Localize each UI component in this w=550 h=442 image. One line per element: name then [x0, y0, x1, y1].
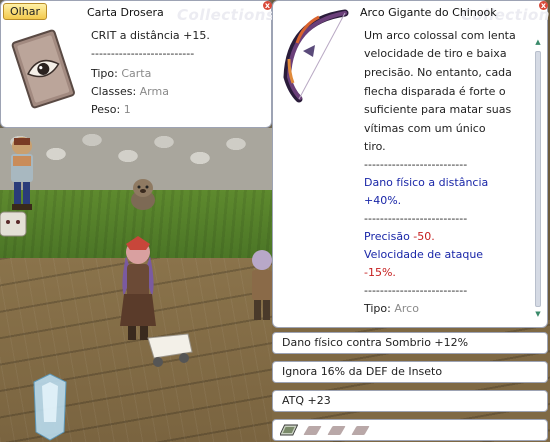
- card-window-title: Carta Drosera: [87, 6, 164, 19]
- property-shadow-damage: Dano físico contra Sombrio +12%: [272, 332, 548, 354]
- bow-divider-1: --------------------------: [364, 158, 468, 171]
- bow-desc-line-4: flecha disparada é forte o: [364, 85, 506, 98]
- card-window-watermark: Collections: [177, 6, 276, 24]
- ice-crystal-sprite[interactable]: [28, 372, 72, 442]
- bow-type-value: Arco: [394, 302, 419, 315]
- card-info-window: Collections Olhar x Carta Drosera CRIT a…: [0, 0, 276, 128]
- card-type-label: Tipo:: [91, 67, 118, 80]
- card-slot-icon: [280, 424, 298, 436]
- bow-type-label: Tipo:: [364, 302, 391, 315]
- card-slot-3[interactable]: [351, 426, 370, 435]
- precision-label: Precisão: [364, 230, 414, 243]
- attack-speed-label: Velocidade de ataque: [364, 248, 484, 261]
- bow-divider-2: --------------------------: [364, 212, 468, 225]
- npc-right-sprite[interactable]: [246, 246, 272, 324]
- game-scene: Collections Olhar x Carta Drosera CRIT a…: [0, 0, 550, 442]
- storage-cart-sprite[interactable]: [144, 330, 196, 370]
- property-ignore-def: Ignora 16% da DEF de Inseto: [272, 361, 548, 383]
- card-weight-label: Peso:: [91, 103, 121, 116]
- bow-type-row: Tipo: Arco: [364, 301, 419, 316]
- card-window-close-button[interactable]: x: [263, 1, 272, 10]
- card-slots-box: [272, 419, 548, 441]
- card-class-label: Classes:: [91, 85, 137, 98]
- bow-window-scrollbar[interactable]: ▲ ▼: [533, 37, 543, 321]
- npc-partial-sprite[interactable]: [0, 206, 34, 246]
- precision-row: Precisão -50.: [364, 229, 435, 244]
- bow-info-window: Collections x Arco Gigante do Chinook Um…: [272, 0, 550, 328]
- attack-speed-value: -15%.: [364, 266, 396, 279]
- bow-image-box: [279, 7, 355, 111]
- card-class-value: Arma: [139, 85, 169, 98]
- bow-desc-line-1: Um arco colossal com lenta: [364, 29, 516, 42]
- bow-desc-line-2: velocidade de tiro e baixa: [364, 47, 507, 60]
- scroll-thumb[interactable]: [535, 51, 541, 307]
- bow-desc-line-3: precisão. No entanto, cada: [364, 66, 512, 79]
- property-atk: ATQ +23: [272, 390, 548, 412]
- look-button[interactable]: Olhar: [3, 3, 47, 20]
- pet-dog-sprite[interactable]: [126, 176, 160, 212]
- drosera-card-icon: [11, 29, 75, 109]
- card-divider: --------------------------: [91, 47, 195, 60]
- bow-window-close-button[interactable]: x: [539, 1, 548, 10]
- card-weight-value: 1: [123, 103, 131, 116]
- card-weight-row: Peso: 1: [91, 102, 131, 117]
- card-class-row: Classes: Arma: [91, 84, 169, 99]
- precision-value: -50.: [413, 230, 435, 243]
- card-type-row: Tipo: Carta: [91, 66, 151, 81]
- scroll-up-arrow-icon[interactable]: ▲: [534, 39, 542, 46]
- giant-bow-icon: [283, 9, 349, 103]
- card-slot-1[interactable]: [303, 426, 322, 435]
- bow-desc-line-6: vítimas com um único: [364, 122, 486, 135]
- card-image-box: [7, 23, 79, 113]
- npc-left-sprite[interactable]: [2, 134, 42, 212]
- ranged-damage-line-2: +40%.: [364, 194, 402, 207]
- card-slot-2[interactable]: [327, 426, 346, 435]
- scroll-down-arrow-icon[interactable]: ▼: [534, 311, 542, 318]
- ranged-damage-line-1: Dano físico a distância: [364, 176, 489, 189]
- bow-desc-line-7: tiro.: [364, 140, 386, 153]
- card-crit-text: CRIT a distância +15.: [91, 29, 210, 42]
- bow-window-title: Arco Gigante do Chinook: [360, 6, 497, 19]
- card-type-value: Carta: [121, 67, 152, 80]
- bow-divider-3: --------------------------: [364, 284, 468, 297]
- bow-desc-line-5: suficiente para matar suas: [364, 103, 512, 116]
